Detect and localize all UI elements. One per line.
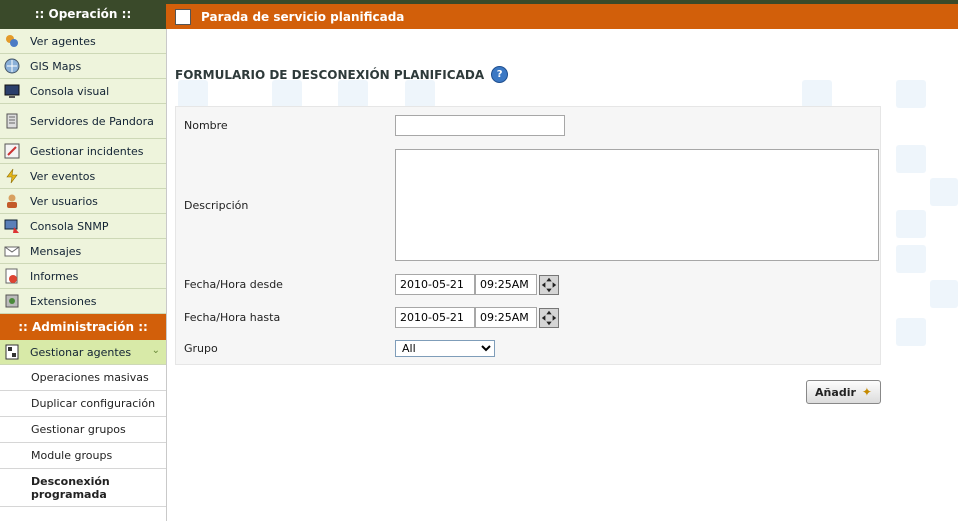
name-input[interactable] xyxy=(395,115,565,136)
add-button-label: Añadir xyxy=(815,385,856,399)
menu-item-ver-usuarios[interactable]: Ver usuarios xyxy=(0,189,166,214)
menu-item-consola-visual[interactable]: Consola visual xyxy=(0,79,166,104)
background-pattern xyxy=(405,80,435,108)
menu-item-ver-eventos[interactable]: Ver eventos xyxy=(0,164,166,189)
background-pattern xyxy=(896,245,926,273)
incident-icon xyxy=(4,143,20,159)
add-button[interactable]: Añadir ✦ xyxy=(806,380,881,404)
sidebar: :: Operación :: Ver agentes GIS Maps Con… xyxy=(0,0,167,521)
menu-item-label: Consola SNMP xyxy=(30,219,109,233)
operation-header: :: Operación :: xyxy=(0,0,166,29)
server-icon xyxy=(6,113,18,129)
menu-item-label: Mensajes xyxy=(30,244,82,258)
agents-icon xyxy=(6,35,18,47)
from-label: Fecha/Hora desde xyxy=(184,278,283,291)
menu-item-label: Ver agentes xyxy=(30,34,96,48)
menu-item-ver-agentes[interactable]: Ver agentes xyxy=(0,29,166,54)
background-pattern xyxy=(272,80,302,108)
sub-item-duplicar-configuracion[interactable]: Duplicar configuración xyxy=(0,391,166,417)
snmp-icon xyxy=(4,219,19,233)
background-pattern xyxy=(896,318,926,346)
menu-item-servidores[interactable]: Servidores de Pandora xyxy=(0,104,166,139)
menu-item-informes[interactable]: Informes xyxy=(0,264,166,289)
menu-item-label: Servidores de Pandora xyxy=(30,114,154,128)
form-title: FORMULARIO DE DESCONEXIÓN PLANIFICADA ? xyxy=(175,66,509,83)
gis-icon xyxy=(4,58,20,74)
from-time-input[interactable] xyxy=(475,274,537,295)
administration-header: :: Administración :: xyxy=(0,314,166,340)
group-select[interactable]: All xyxy=(395,340,495,357)
help-icon[interactable]: ? xyxy=(491,66,509,83)
background-pattern xyxy=(802,80,832,108)
page-title-bar: Parada de servicio planificada xyxy=(166,4,958,29)
magic-wand-icon: ✦ xyxy=(861,385,872,399)
background-pattern xyxy=(896,80,926,108)
background-pattern xyxy=(896,145,926,173)
sub-item-module-groups[interactable]: Module groups xyxy=(0,443,166,469)
menu-item-gestionar-incidentes[interactable]: Gestionar incidentes xyxy=(0,139,166,164)
menu-item-label: Extensiones xyxy=(30,294,97,308)
page-title-icon xyxy=(175,8,191,25)
events-icon xyxy=(6,168,18,184)
menu-item-label: Gestionar incidentes xyxy=(30,144,144,158)
from-date-input[interactable] xyxy=(395,274,475,295)
menu-item-label: Gestionar agentes xyxy=(30,345,132,359)
background-pattern xyxy=(896,210,926,238)
extensions-icon xyxy=(5,294,19,308)
menu-item-gestionar-agentes[interactable]: Gestionar agentes ⌄ xyxy=(0,340,166,365)
time-spinner-icon[interactable] xyxy=(539,275,559,295)
sub-item-desconexion-programada[interactable]: Desconexión programada xyxy=(0,469,166,507)
time-spinner-icon[interactable] xyxy=(539,308,559,328)
menu-item-gis-maps[interactable]: GIS Maps xyxy=(0,54,166,79)
group-label: Grupo xyxy=(184,342,218,355)
mail-icon xyxy=(4,246,20,257)
sub-item-operaciones-masivas[interactable]: Operaciones masivas xyxy=(0,365,166,391)
description-textarea[interactable] xyxy=(395,149,879,261)
background-pattern xyxy=(338,80,368,108)
menu-item-extensiones[interactable]: Extensiones xyxy=(0,289,166,314)
sub-item-gestionar-grupos[interactable]: Gestionar grupos xyxy=(0,417,166,443)
menu-item-mensajes[interactable]: Mensajes xyxy=(0,239,166,264)
menu-item-consola-snmp[interactable]: Consola SNMP xyxy=(0,214,166,239)
form-title-text: FORMULARIO DE DESCONEXIÓN PLANIFICADA xyxy=(175,67,485,82)
page-title: Parada de servicio planificada xyxy=(201,9,405,24)
chevron-down-icon: ⌄ xyxy=(151,345,160,356)
menu-item-label: Ver eventos xyxy=(30,169,96,183)
to-date-input[interactable] xyxy=(395,307,475,328)
report-icon xyxy=(5,268,18,284)
users-icon xyxy=(7,194,17,208)
to-time-input[interactable] xyxy=(475,307,537,328)
name-label: Nombre xyxy=(184,119,228,132)
background-pattern xyxy=(930,178,958,206)
menu-item-label: Informes xyxy=(30,269,79,283)
to-label: Fecha/Hora hasta xyxy=(184,311,281,324)
menu-item-label: Ver usuarios xyxy=(30,194,98,208)
menu-item-label: Consola visual xyxy=(30,84,110,98)
description-label: Descripción xyxy=(184,199,249,212)
monitor-icon xyxy=(4,84,20,98)
manage-agents-icon xyxy=(5,344,19,360)
menu-item-label: GIS Maps xyxy=(30,59,82,73)
background-pattern xyxy=(930,280,958,308)
background-pattern xyxy=(178,80,208,108)
